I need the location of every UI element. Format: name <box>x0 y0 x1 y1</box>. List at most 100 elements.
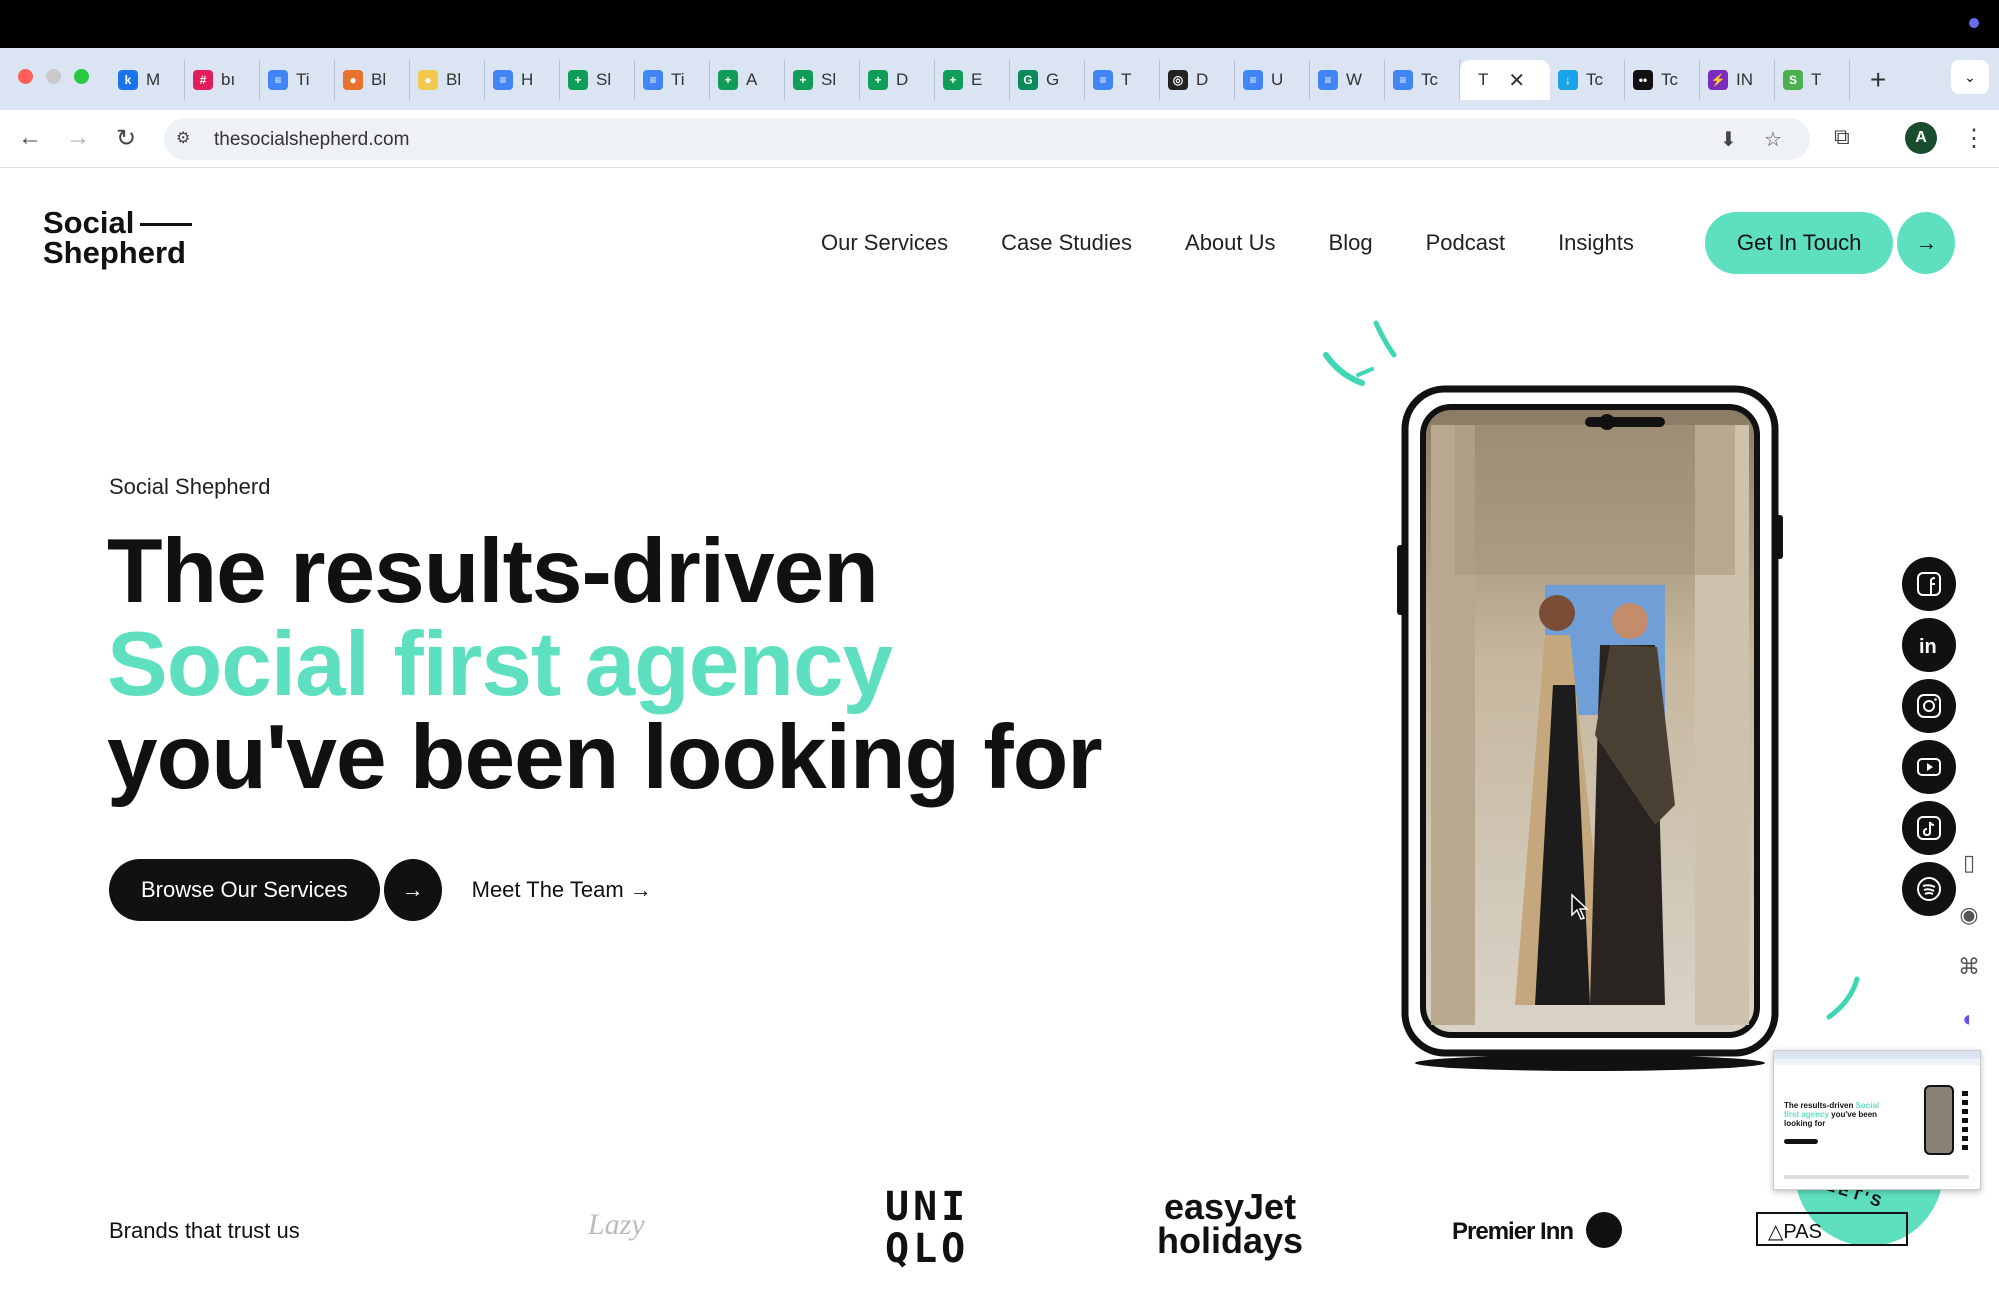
tab-label: D <box>1196 70 1209 89</box>
main-navigation: Our Services Case Studies About Us Blog Podc… <box>821 230 1687 256</box>
browser-tab[interactable]: ≡ Ti <box>260 60 335 100</box>
browser-tab[interactable]: ● Bl <box>335 60 410 100</box>
tab-favicon-icon: ⚡ <box>1708 70 1728 90</box>
nav-link-blog[interactable]: Blog <box>1329 230 1373 256</box>
tiktok-icon[interactable] <box>1902 801 1956 855</box>
tab-favicon-icon: ≡ <box>268 70 288 90</box>
browser-tab[interactable]: ≡ U <box>1235 60 1310 100</box>
tab-favicon-icon: ◎ <box>1168 70 1188 90</box>
browser-tab[interactable]: kM <box>110 60 185 100</box>
browser-tab[interactable]: GG <box>1010 60 1085 100</box>
browser-tab[interactable]: ≡ Ti <box>635 60 710 100</box>
get-in-touch-button[interactable]: Get In Touch <box>1705 212 1894 274</box>
thumbnail-headline: The results-driven Social first agency y… <box>1784 1101 1880 1128</box>
address-bar[interactable]: ⚙ thesocialshepherd.com ⬇ ☆ <box>164 118 1810 160</box>
tab-label: bı <box>221 70 236 89</box>
brand-logo-easyjet: easyJet holidays <box>1156 1186 1304 1261</box>
system-top-bar <box>0 0 1999 48</box>
browser-tab[interactable]: + E <box>935 60 1010 100</box>
get-in-touch-cta[interactable]: Get In Touch → <box>1705 212 1956 274</box>
bookmark-star-icon[interactable]: ☆ <box>1764 127 1782 152</box>
page-preview-thumbnail[interactable]: The results-driven Social first agency y… <box>1773 1050 1981 1190</box>
logo-line-2: Shepherd <box>43 235 186 270</box>
browser-tab[interactable]: + A <box>710 60 785 100</box>
phone-video-illustration <box>1395 385 1795 1080</box>
browser-tab[interactable]: + Sl <box>785 60 860 100</box>
facebook-icon[interactable] <box>1902 557 1956 611</box>
browser-tab[interactable]: •• Tc <box>1625 60 1700 100</box>
tab-favicon-icon: ≡ <box>1393 70 1413 90</box>
social-links: in <box>1902 557 1956 916</box>
tab-favicon-icon: + <box>943 70 963 90</box>
arrow-right-icon[interactable]: → <box>1897 212 1956 274</box>
browser-toolbar: ← → ↻ ⚙ thesocialshepherd.com ⬇ ☆ ⧉ A ⋮ <box>0 110 1999 168</box>
new-tab-button[interactable]: + <box>1870 64 1886 96</box>
thumbnail-phone <box>1924 1085 1954 1155</box>
thumbnail-tabbar <box>1774 1051 1980 1059</box>
install-app-icon[interactable]: ⬇ <box>1720 127 1737 152</box>
youtube-icon[interactable] <box>1902 740 1956 794</box>
linkedin-icon[interactable]: in <box>1902 618 1956 672</box>
tab-label: IN <box>1736 70 1753 89</box>
more-menu-icon[interactable]: ⋮ <box>1962 124 1986 153</box>
hero-headline: The results-driven Social first agency y… <box>107 525 1157 804</box>
headline-part-1: The results-driven <box>107 521 879 622</box>
extensions-icon[interactable]: ⧉ <box>1834 124 1850 150</box>
nav-link-our-services[interactable]: Our Services <box>821 230 948 256</box>
brand-logo-uniqlo: UNI QLO <box>885 1184 970 1272</box>
minimize-window-button[interactable] <box>46 69 61 84</box>
tab-favicon-icon: S <box>1783 70 1803 90</box>
active-browser-tab[interactable]: T ✕ <box>1460 60 1550 100</box>
site-info-icon[interactable]: ⚙ <box>176 128 198 150</box>
browser-tab[interactable]: ≡ W <box>1310 60 1385 100</box>
mouse-cursor-icon <box>1571 893 1589 920</box>
meet-the-team-link[interactable]: Meet The Team → <box>472 877 652 903</box>
arrow-right-icon[interactable]: → <box>383 859 442 921</box>
reload-icon[interactable]: ↻ <box>116 124 136 153</box>
tab-label: Sl <box>596 70 612 89</box>
tab-label: W <box>1346 70 1363 89</box>
nav-link-insights[interactable]: Insights <box>1558 230 1634 256</box>
close-window-button[interactable] <box>18 69 33 84</box>
browser-tab[interactable]: ≡ Tc <box>1385 60 1460 100</box>
browser-tab[interactable]: ⚡ IN <box>1700 60 1775 100</box>
forward-arrow-icon[interactable]: → <box>66 124 90 152</box>
assistant-icon[interactable]: ◐ <box>1955 1006 1983 1032</box>
window-controls <box>18 69 89 84</box>
browser-tab[interactable]: ● Bl <box>410 60 485 100</box>
tab-search-button[interactable]: ⌄ <box>1951 60 1989 94</box>
browser-tab[interactable]: ◎ D <box>1160 60 1235 100</box>
tab-favicon-icon: ≡ <box>493 70 513 90</box>
command-icon[interactable]: ⌘ <box>1955 954 1983 980</box>
tab-label: Tc <box>1661 70 1678 89</box>
brands-label: Brands that trust us <box>109 1218 300 1243</box>
tab-favicon-icon: + <box>868 70 888 90</box>
browser-tab[interactable]: + Sl <box>560 60 635 100</box>
reading-list-icon[interactable]: ▯ <box>1955 850 1983 876</box>
instagram-icon[interactable] <box>1902 679 1956 733</box>
browse-services-button[interactable]: Browse Our Services <box>109 859 380 921</box>
browser-tab[interactable]: ≡ H <box>485 60 560 100</box>
tab-label: Tc <box>1586 70 1603 89</box>
tab-favicon-icon: ≡ <box>1318 70 1338 90</box>
podcast-icon[interactable]: ◉ <box>1955 902 1983 928</box>
nav-link-about-us[interactable]: About Us <box>1185 230 1276 256</box>
browser-tab[interactable]: ST <box>1775 60 1850 100</box>
browser-tab[interactable]: # bı <box>185 60 260 100</box>
tab-favicon-icon: ≡ <box>1243 70 1263 90</box>
back-arrow-icon[interactable]: ← <box>18 124 42 152</box>
site-logo[interactable]: Social Shepherd <box>43 207 193 270</box>
url-text[interactable]: thesocialshepherd.com <box>214 129 409 151</box>
profile-avatar[interactable]: A <box>1905 122 1937 154</box>
spotify-icon[interactable] <box>1902 862 1956 916</box>
nav-link-case-studies[interactable]: Case Studies <box>1001 230 1132 256</box>
close-tab-icon[interactable]: ✕ <box>1508 68 1525 93</box>
tab-label: M <box>146 70 161 89</box>
svg-text:in: in <box>1919 636 1937 658</box>
browser-tab[interactable]: + D <box>860 60 935 100</box>
browser-tab[interactable]: ↓ Tc <box>1550 60 1625 100</box>
status-dot <box>1969 18 1979 28</box>
maximize-window-button[interactable] <box>74 69 89 84</box>
browser-tab[interactable]: ≡ T <box>1085 60 1160 100</box>
nav-link-podcast[interactable]: Podcast <box>1426 230 1506 256</box>
